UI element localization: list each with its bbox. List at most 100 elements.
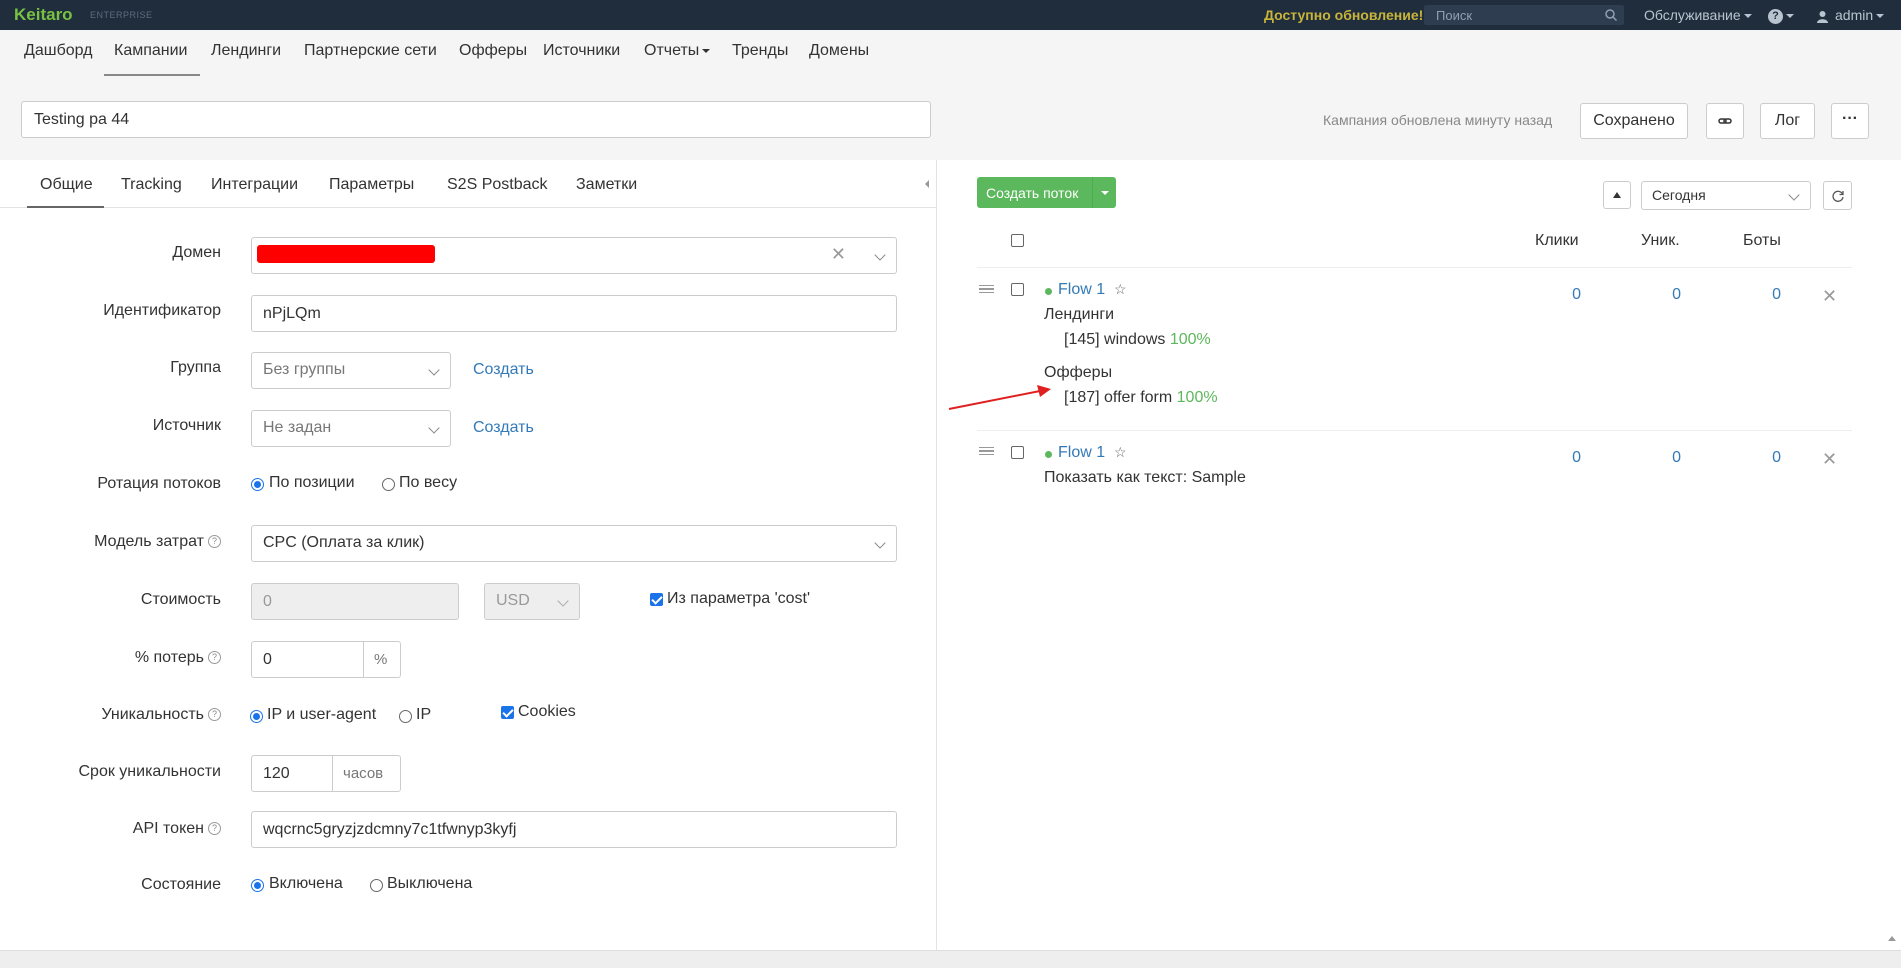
source-select[interactable]: Не задан xyxy=(251,410,451,447)
create-group-link[interactable]: Создать xyxy=(473,361,534,379)
triangle-up-icon xyxy=(1613,192,1621,198)
create-source-link[interactable]: Создать xyxy=(473,419,534,437)
select-all-checkbox[interactable] xyxy=(1011,234,1024,247)
row-divider xyxy=(977,267,1852,268)
drag-handle-icon[interactable] xyxy=(979,285,994,293)
collapse-panel-icon[interactable] xyxy=(925,180,929,188)
service-menu[interactable]: Обслуживание xyxy=(1644,7,1752,23)
loss-label: % потерь? xyxy=(135,649,221,667)
loss-unit: % xyxy=(363,641,401,678)
nav-landings[interactable]: Лендинги xyxy=(211,42,281,60)
tab-notes[interactable]: Заметки xyxy=(576,176,637,194)
flow-name-link[interactable]: Flow 1 xyxy=(1058,281,1105,299)
help-icon[interactable]: ? xyxy=(208,708,221,722)
group-select[interactable]: Без группы xyxy=(251,352,451,389)
star-icon[interactable]: ☆ xyxy=(1114,444,1127,461)
help-icon[interactable]: ? xyxy=(208,651,221,665)
update-available-link[interactable]: Доступно обновление! xyxy=(1264,7,1423,23)
tab-s2s-postback[interactable]: S2S Postback xyxy=(447,176,548,194)
uniq-cookies-checkbox[interactable] xyxy=(501,706,514,719)
uniq-ip-radio[interactable] xyxy=(399,710,412,723)
uniq-period-unit: часов xyxy=(332,755,401,792)
chevron-down-icon xyxy=(874,249,886,261)
sort-up-button[interactable] xyxy=(1603,181,1631,209)
campaign-name-input[interactable] xyxy=(21,101,931,138)
nav-domains[interactable]: Домены xyxy=(809,42,869,60)
flow-bots[interactable]: 0 xyxy=(1751,286,1781,304)
edition-label: ENTERPRISE xyxy=(90,10,153,20)
service-menu-label: Обслуживание xyxy=(1644,7,1741,23)
flow-uniq[interactable]: 0 xyxy=(1651,286,1681,304)
state-disabled-label[interactable]: Выключена xyxy=(387,875,472,893)
api-token-input[interactable] xyxy=(251,811,897,848)
loss-input[interactable] xyxy=(251,641,364,678)
cost-model-select[interactable]: CPC (Оплата за клик) xyxy=(251,525,897,562)
flow-bots[interactable]: 0 xyxy=(1751,449,1781,467)
link-button[interactable] xyxy=(1706,103,1744,139)
clear-icon[interactable]: ✕ xyxy=(831,244,846,265)
flow-clicks[interactable]: 0 xyxy=(1551,449,1581,467)
help-menu[interactable]: ? xyxy=(1768,7,1794,24)
search-input[interactable] xyxy=(1424,5,1594,25)
keitaro-logo[interactable]: Keitaro xyxy=(14,5,73,25)
log-button[interactable]: Лог xyxy=(1760,103,1815,139)
chevron-down-icon xyxy=(1876,14,1885,19)
period-select[interactable]: Сегодня xyxy=(1641,181,1811,210)
uniq-cookies-label[interactable]: Cookies xyxy=(518,703,576,721)
redacted-domain xyxy=(257,245,435,263)
flow-clicks[interactable]: 0 xyxy=(1551,286,1581,304)
uniq-ip-label[interactable]: IP xyxy=(416,706,431,724)
more-button[interactable]: ··· xyxy=(1831,103,1869,139)
state-enabled-radio[interactable] xyxy=(251,879,264,892)
help-icon[interactable]: ? xyxy=(208,822,221,836)
nav-dashboard[interactable]: Дашборд xyxy=(24,42,93,60)
nav-reports[interactable]: Отчеты xyxy=(644,42,711,60)
col-clicks[interactable]: Клики xyxy=(1535,232,1579,250)
api-token-label: API токен? xyxy=(133,820,221,838)
col-uniq[interactable]: Уник. xyxy=(1641,232,1680,250)
nav-campaigns[interactable]: Кампании xyxy=(114,42,188,60)
nav-offers[interactable]: Офферы xyxy=(459,42,527,60)
domain-label: Домен xyxy=(172,244,221,261)
saved-button[interactable]: Сохранено xyxy=(1580,103,1688,139)
uniq-ip-ua-radio[interactable] xyxy=(250,710,263,723)
nav-trends[interactable]: Тренды xyxy=(732,42,788,60)
identifier-input[interactable] xyxy=(251,295,897,332)
user-menu[interactable]: admin xyxy=(1816,7,1885,23)
nav-affiliate-networks[interactable]: Партнерские сети xyxy=(304,42,437,60)
rotation-weight-label[interactable]: По весу xyxy=(399,474,457,492)
create-flow-button[interactable]: Создать поток xyxy=(977,177,1116,208)
uniq-ip-ua-label[interactable]: IP и user-agent xyxy=(267,706,376,724)
delete-flow-icon[interactable]: ✕ xyxy=(1822,286,1837,307)
tab-tracking[interactable]: Tracking xyxy=(121,176,182,194)
help-icon[interactable]: ? xyxy=(208,535,221,549)
flow-uniq[interactable]: 0 xyxy=(1651,449,1681,467)
flow-name-link[interactable]: Flow 1 xyxy=(1058,444,1105,462)
chevron-down-icon[interactable] xyxy=(1101,191,1109,195)
state-enabled-label[interactable]: Включена xyxy=(269,875,343,893)
state-disabled-radio[interactable] xyxy=(370,879,383,892)
cost-from-param-checkbox[interactable] xyxy=(650,593,663,606)
tab-general[interactable]: Общие xyxy=(40,176,93,194)
tab-parameters[interactable]: Параметры xyxy=(329,176,414,194)
uniq-period-input[interactable] xyxy=(251,755,333,792)
scroll-up-icon[interactable] xyxy=(1888,930,1896,948)
refresh-button[interactable] xyxy=(1823,181,1852,210)
nav-sources[interactable]: Источники xyxy=(543,42,620,60)
cost-from-param-label[interactable]: Из параметра 'cost' xyxy=(667,590,810,608)
col-bots[interactable]: Боты xyxy=(1743,232,1781,250)
global-search[interactable] xyxy=(1424,5,1624,25)
user-name: admin xyxy=(1835,7,1874,23)
delete-flow-icon[interactable]: ✕ xyxy=(1822,449,1837,470)
star-icon[interactable]: ☆ xyxy=(1114,281,1127,298)
horizontal-scrollbar[interactable] xyxy=(0,950,1901,968)
cost-model-value: CPC (Оплата за клик) xyxy=(263,534,425,551)
rotation-weight-radio[interactable] xyxy=(382,478,395,491)
rotation-position-label[interactable]: По позиции xyxy=(269,474,355,492)
flow-checkbox[interactable] xyxy=(1011,283,1024,296)
tab-integrations[interactable]: Интеграции xyxy=(211,176,298,194)
flow-checkbox[interactable] xyxy=(1011,446,1024,459)
search-icon[interactable] xyxy=(1604,8,1618,22)
rotation-position-radio[interactable] xyxy=(251,478,264,491)
drag-handle-icon[interactable] xyxy=(979,447,994,455)
